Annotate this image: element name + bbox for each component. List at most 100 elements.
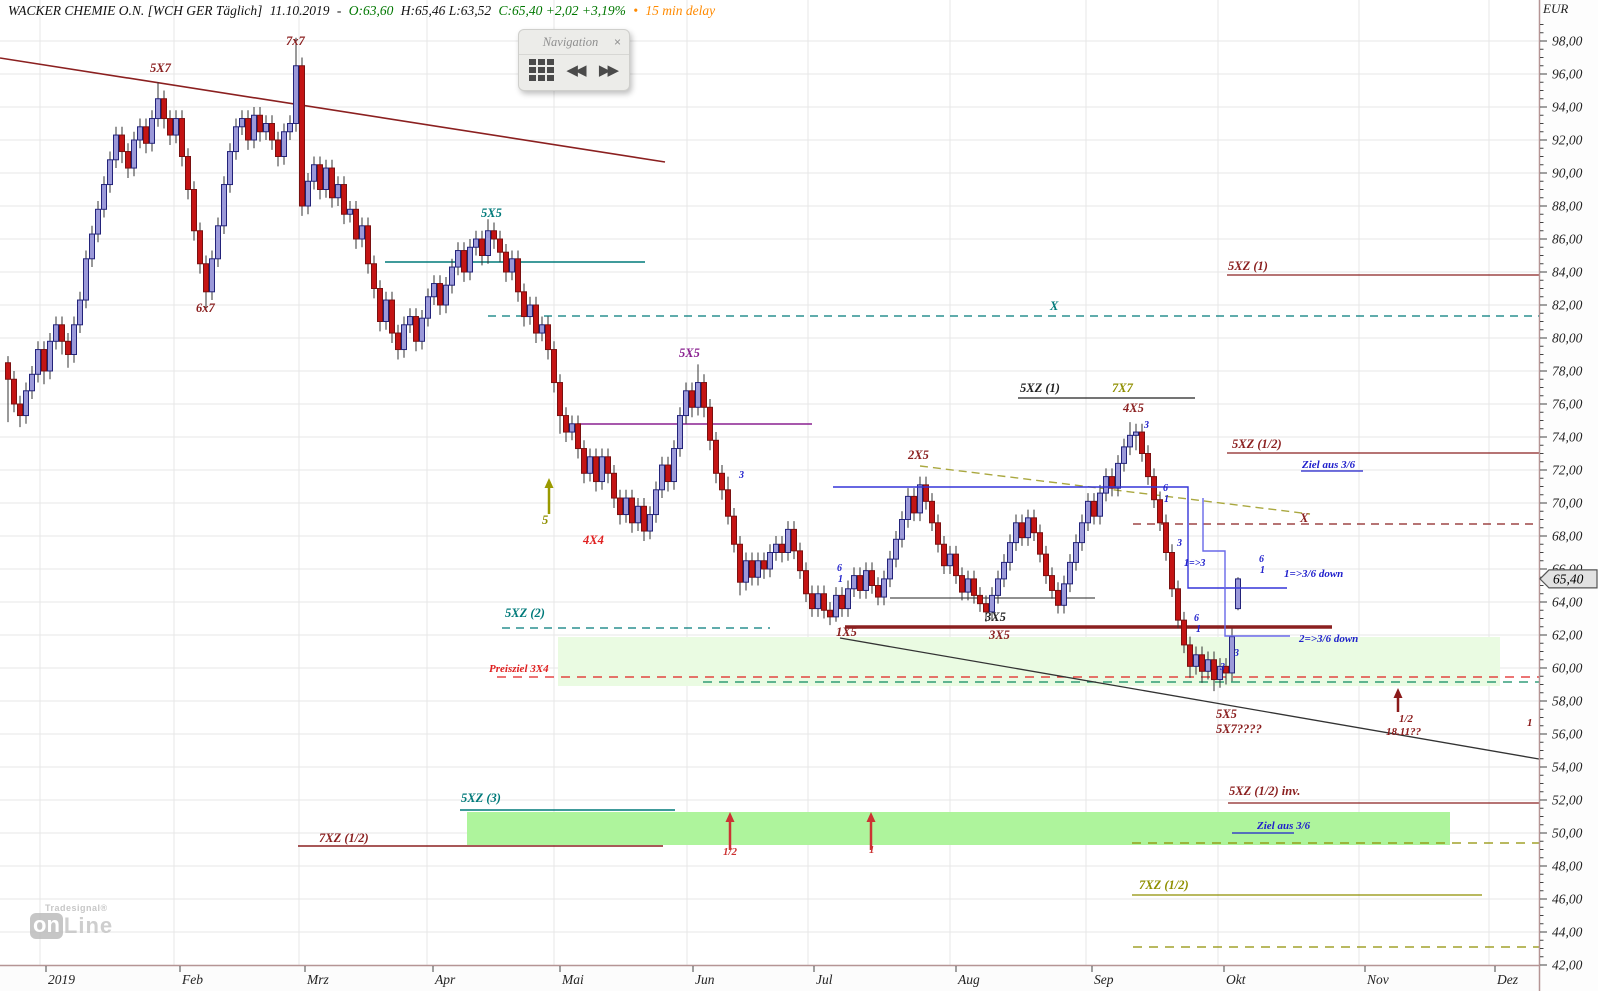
candle-up <box>359 225 365 240</box>
annotation-label: 3 <box>1219 662 1225 673</box>
annotation-label: 5X7 <box>150 61 172 75</box>
annotation-label: X <box>1049 299 1059 313</box>
time-axis-month-label: Dez <box>1496 972 1519 987</box>
quote-date: 11.10.2019 <box>269 3 330 18</box>
candle-up <box>671 448 677 483</box>
instrument-name: WACKER CHEMIE O.N. [WCH GER Täglich] <box>8 3 263 18</box>
annotation-label: 5X5 <box>679 346 700 360</box>
annotation-label: 7X7 <box>1112 381 1134 395</box>
annotation-label: 1X5 <box>836 625 857 639</box>
annotation-label: Ziel aus 3/6 <box>1301 459 1356 471</box>
candle-up <box>401 324 407 351</box>
rewind-icon[interactable]: ◀◀ <box>566 62 586 78</box>
time-axis-month-label: Mai <box>561 972 584 987</box>
candle-down <box>389 299 395 334</box>
candle-up <box>1133 431 1139 436</box>
price-axis-label: 54,00 <box>1552 760 1583 775</box>
annotation-label: 7x7 <box>286 34 306 48</box>
annotation-label: 1 <box>1527 717 1533 729</box>
candle-down <box>377 288 383 322</box>
candle-up <box>647 514 653 532</box>
candle-down <box>557 382 563 417</box>
navigation-panel[interactable]: Navigation × ◀◀ ▶▶ <box>518 29 630 91</box>
candle-up <box>539 324 545 334</box>
candle-down <box>827 609 833 618</box>
candle-up <box>233 126 239 153</box>
price-axis-label: 42,00 <box>1552 958 1583 973</box>
candle-down <box>689 390 695 408</box>
candle-up <box>599 456 605 483</box>
candle-up <box>1025 517 1031 539</box>
price-axis-label: 52,00 <box>1552 793 1583 808</box>
fast-forward-icon[interactable]: ▶▶ <box>599 62 619 78</box>
candle-up <box>47 340 53 372</box>
annotation-label: Ziel aus 3/6 <box>1256 820 1311 832</box>
annotation-label: 3 <box>1176 538 1182 549</box>
candle-up <box>899 519 905 540</box>
annotation-label: 4X5 <box>1122 401 1144 415</box>
annotation-label: 1 <box>838 574 843 585</box>
navigation-header[interactable]: Navigation × <box>519 30 629 55</box>
candle-down <box>839 594 845 610</box>
annotation-label: 2X5 <box>907 448 929 462</box>
candle-up <box>443 284 449 306</box>
candle-down <box>779 543 785 553</box>
candle-up <box>785 528 791 554</box>
candle-down <box>713 439 719 474</box>
time-axis-strip[interactable] <box>0 966 1598 991</box>
quote-close-change: C:65,40 +2,02 +3,19% <box>498 3 626 18</box>
candle-down <box>725 489 731 517</box>
annotation-label: 1=>3/6 down <box>1284 568 1343 580</box>
candle-down <box>119 134 125 153</box>
annotation-label: 3X5 <box>984 610 1006 624</box>
candle-down <box>161 98 167 120</box>
candle-down <box>911 495 917 514</box>
candle-up <box>1097 492 1103 517</box>
candle-down <box>971 578 977 596</box>
candle-down <box>641 505 647 532</box>
price-axis-label: 76,00 <box>1552 397 1583 412</box>
candle-up <box>893 538 899 560</box>
annotation-label: 5XZ (2) <box>505 606 545 620</box>
candle-up <box>215 225 221 260</box>
price-axis-label: 84,00 <box>1552 265 1583 280</box>
annotation-label: 5XZ (1/2) <box>1232 437 1282 451</box>
candle-down <box>275 139 281 157</box>
price-axis-label: 74,00 <box>1552 430 1583 445</box>
candle-down <box>929 500 935 524</box>
candle-up <box>35 349 41 375</box>
candle-down <box>749 560 755 578</box>
grid-icon[interactable] <box>529 59 554 81</box>
candle-down <box>371 263 377 289</box>
candle-down <box>1055 589 1061 606</box>
candle-down <box>329 167 335 199</box>
candle-up <box>101 184 107 210</box>
candle-up <box>485 230 491 256</box>
candle-up <box>29 373 35 392</box>
candle-down <box>701 382 707 408</box>
candle-down <box>11 378 17 405</box>
close-icon[interactable]: × <box>614 35 621 49</box>
price-axis-label: 64,00 <box>1552 595 1583 610</box>
candle-up <box>995 578 1001 596</box>
candle-up <box>1193 654 1199 667</box>
candle-up <box>1067 561 1073 585</box>
candle-up <box>83 258 89 301</box>
candle-up <box>1013 522 1019 544</box>
target-zone-upper <box>558 637 1500 686</box>
candle-up <box>695 382 701 408</box>
candle-down <box>1211 659 1217 681</box>
price-axis-label: 62,00 <box>1552 628 1583 643</box>
price-axis-label: 98,00 <box>1552 34 1583 49</box>
annotation-label: 18.11?? <box>1386 726 1422 738</box>
candle-down <box>521 291 527 318</box>
candle-up <box>53 324 59 342</box>
chart-plot-area[interactable]: 5X77x76x75X5X5X554X43612X51X53X53X55XZ (… <box>0 0 1598 991</box>
candle-up <box>263 123 269 133</box>
candle-down <box>515 258 521 293</box>
price-axis-label: 94,00 <box>1552 100 1583 115</box>
candle-up <box>509 258 515 273</box>
annotation-label: X <box>1299 511 1309 525</box>
candle-down <box>17 403 23 417</box>
candle-up <box>743 560 749 583</box>
